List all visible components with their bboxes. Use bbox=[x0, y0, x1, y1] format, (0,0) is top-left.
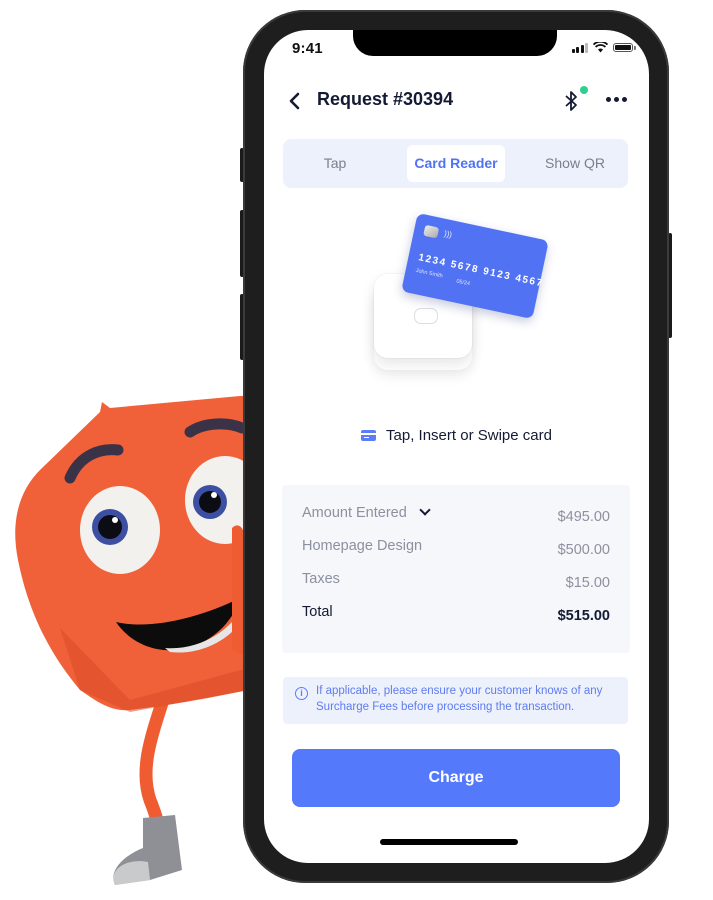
payment-method-tabs: Tap Card Reader Show QR bbox=[283, 139, 628, 188]
summary-row-amount-entered[interactable]: Amount Entered $495.00 bbox=[302, 504, 610, 529]
summary-value: $500.00 bbox=[557, 542, 610, 558]
summary-total-row: Total $515.00 bbox=[302, 604, 610, 628]
bluetooth-icon[interactable] bbox=[560, 89, 582, 113]
summary-label: Taxes bbox=[302, 571, 340, 587]
total-value: $515.00 bbox=[557, 608, 610, 624]
card-contactless-icon: ))) bbox=[443, 228, 453, 240]
chevron-down-icon[interactable] bbox=[419, 504, 431, 516]
tab-tap[interactable]: Tap bbox=[283, 145, 387, 182]
payment-summary: Amount Entered $495.00 Homepage Design $… bbox=[282, 485, 630, 653]
card-prompt: Tap, Insert or Swipe card bbox=[264, 427, 649, 445]
card-reader-illustration: ))) 1234 5678 9123 4567 John Smith 05/24 bbox=[344, 210, 564, 380]
notch bbox=[353, 30, 557, 56]
info-icon: i bbox=[295, 687, 308, 700]
card-chip-icon bbox=[423, 224, 440, 239]
home-indicator[interactable] bbox=[380, 839, 518, 845]
bluetooth-connected-indicator bbox=[580, 86, 588, 94]
battery-icon bbox=[613, 43, 636, 52]
total-label: Total bbox=[302, 604, 333, 620]
surcharge-notice-text: If applicable, please ensure your custom… bbox=[316, 685, 603, 713]
summary-label: Homepage Design bbox=[302, 538, 423, 554]
summary-label: Amount Entered bbox=[302, 505, 407, 521]
back-chevron-icon[interactable] bbox=[286, 91, 304, 111]
card-holder: John Smith bbox=[415, 267, 444, 280]
surcharge-notice: i If applicable, please ensure your cust… bbox=[283, 677, 628, 724]
summary-value: $15.00 bbox=[565, 575, 610, 591]
summary-value: $495.00 bbox=[557, 509, 610, 525]
contactless-icon bbox=[414, 308, 438, 324]
tab-show-qr[interactable]: Show QR bbox=[523, 145, 627, 182]
wifi-icon bbox=[593, 42, 608, 53]
card-prompt-text: Tap, Insert or Swipe card bbox=[386, 427, 552, 444]
summary-row: Taxes $15.00 bbox=[302, 571, 610, 595]
tab-card-reader[interactable]: Card Reader bbox=[407, 145, 505, 182]
card-expiry: 05/24 bbox=[455, 278, 471, 288]
summary-row: Homepage Design $500.00 bbox=[302, 538, 610, 562]
credit-card-icon bbox=[361, 430, 377, 441]
status-icons bbox=[571, 42, 636, 53]
phone-screen: 9:41 Request #30394 Tap Card Reader Show… bbox=[264, 30, 649, 863]
charge-button[interactable]: Charge bbox=[292, 749, 620, 807]
card-number: 1234 5678 9123 4567 bbox=[417, 252, 545, 290]
more-options-icon[interactable] bbox=[606, 97, 627, 102]
nav-bar: Request #30394 bbox=[264, 86, 649, 114]
status-time: 9:41 bbox=[292, 40, 323, 57]
cellular-signal-icon bbox=[571, 42, 588, 53]
page-title: Request #30394 bbox=[317, 89, 454, 109]
